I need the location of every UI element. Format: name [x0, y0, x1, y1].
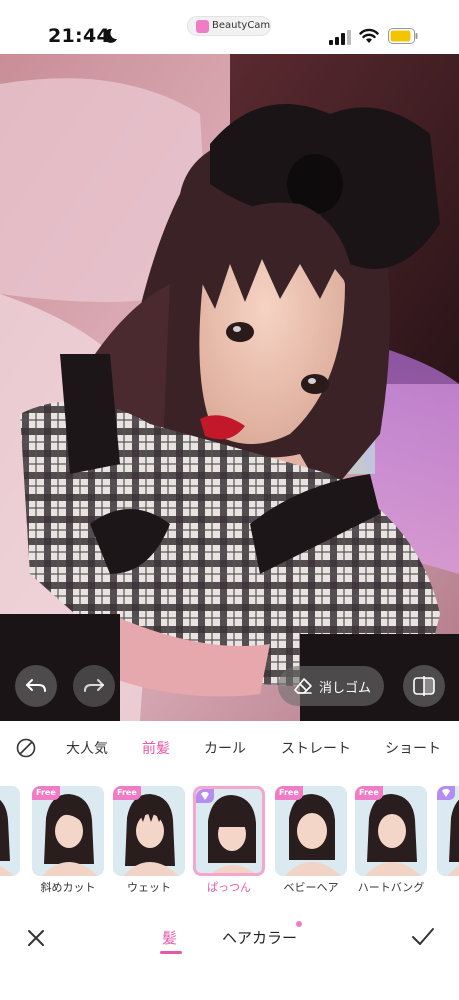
style-thumbnail: Free — [355, 786, 427, 876]
checkmark-icon[interactable] — [410, 925, 436, 949]
app-pill[interactable]: BeautyCam — [187, 16, 271, 36]
style-thumbnail: Free — [275, 786, 347, 876]
tab-curl[interactable]: カール — [204, 738, 246, 758]
free-badge: Free — [355, 786, 383, 800]
battery-icon — [388, 28, 418, 44]
tab-hair-color[interactable]: ヘアカラー — [222, 927, 297, 948]
bottom-bar: 髪 ヘアカラー — [0, 905, 459, 1000]
tab-straight[interactable]: ストレート — [281, 738, 351, 758]
close-icon[interactable] — [25, 927, 47, 949]
vip-badge — [196, 789, 214, 803]
redo-icon — [84, 679, 104, 692]
status-bar: 21:44 BeautyCam — [0, 0, 459, 54]
free-badge: Free — [113, 786, 141, 800]
eraser-icon — [294, 678, 312, 694]
moon-icon — [103, 28, 117, 43]
style-thumbnail-list: チ Free 斜めカット Free ウェット ぱっつん Free ベビーヘア — [0, 786, 459, 898]
free-badge: Free — [275, 786, 303, 800]
style-label: ベビーヘア — [283, 881, 339, 894]
cellular-signal-icon — [329, 30, 351, 45]
style-thumbnail — [193, 786, 265, 876]
compare-button[interactable] — [403, 665, 445, 707]
diamond-icon — [442, 789, 450, 797]
style-label: ウェット — [127, 881, 171, 894]
beautycam-logo-icon — [196, 20, 209, 33]
tab-popular[interactable]: 大人気 — [66, 738, 108, 758]
wifi-icon — [359, 28, 379, 43]
undo-button[interactable] — [15, 665, 57, 707]
app-name: BeautyCam — [212, 20, 271, 31]
style-label: ハートバング — [357, 881, 425, 894]
category-tabs: 大人気 前髪 カール ストレート ショート — [0, 722, 459, 774]
style-label: ぱっつん — [207, 881, 251, 894]
photo-canvas — [0, 54, 459, 721]
tab-bangs[interactable]: 前髪 — [142, 738, 170, 758]
tab-short[interactable]: ショート — [385, 738, 441, 758]
free-badge: Free — [32, 786, 60, 800]
style-thumbnail — [437, 786, 459, 876]
portrait-photo[interactable]: 消しゴム — [0, 54, 459, 721]
diamond-icon — [201, 792, 209, 800]
undo-icon — [26, 679, 46, 692]
style-thumbnail — [0, 786, 20, 876]
eraser-label: 消しゴム — [319, 681, 372, 696]
style-thumbnail: Free — [113, 786, 185, 876]
no-style-icon[interactable] — [16, 738, 36, 758]
tab-hair[interactable]: 髪 — [162, 927, 177, 948]
eraser-button[interactable]: 消しゴム — [278, 666, 384, 706]
active-tab-indicator — [160, 951, 182, 954]
new-indicator-dot — [296, 921, 302, 927]
vip-badge — [437, 786, 455, 800]
compare-icon — [413, 676, 435, 696]
redo-button[interactable] — [73, 665, 115, 707]
style-thumbnail: Free — [32, 786, 104, 876]
style-label: 斜めカット — [40, 881, 96, 894]
